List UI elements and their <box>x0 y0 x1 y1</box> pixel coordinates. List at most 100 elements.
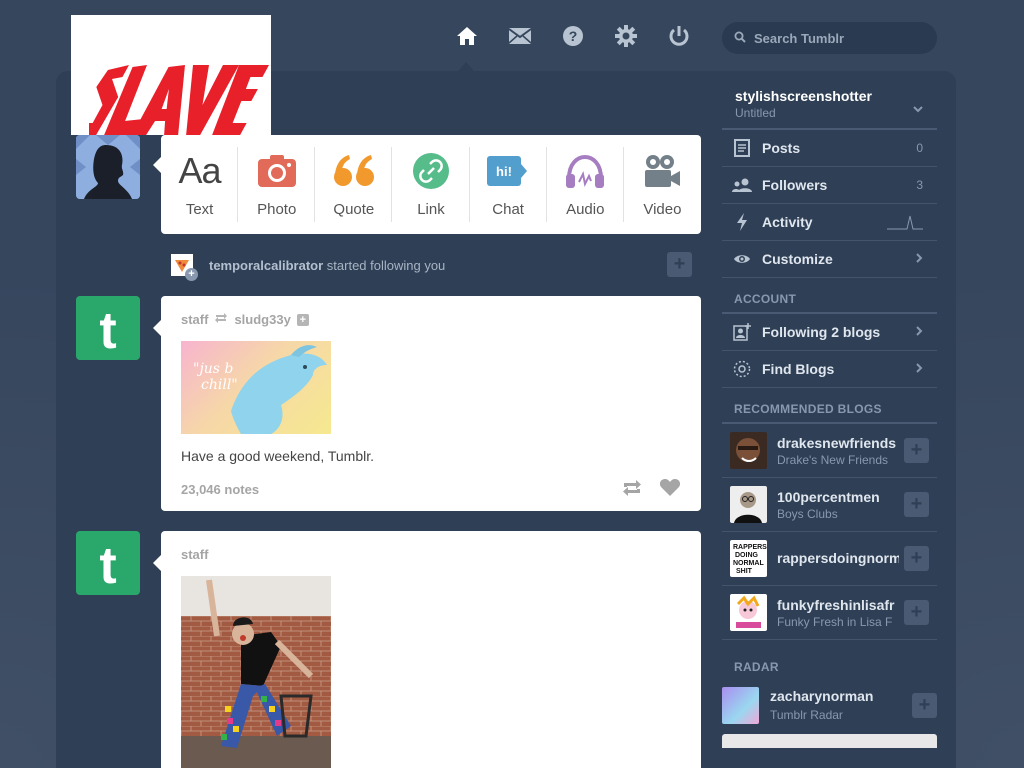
recommended-blog-name: drakesnewfriends <box>777 434 897 451</box>
recommended-blog-name: rappersdoingnorm <box>777 549 899 566</box>
post-type-label: Video <box>643 201 682 218</box>
lightning-icon <box>732 213 752 231</box>
svg-text:NORMAL: NORMAL <box>733 560 764 567</box>
follow-button[interactable]: + <box>904 492 929 517</box>
recommended-blog-name: 100percentmen <box>777 488 880 505</box>
follow-button[interactable]: + <box>912 692 937 718</box>
follow-small-button[interactable]: + <box>296 313 309 326</box>
chevron-right-icon <box>916 360 923 378</box>
tumblr-t-icon: t <box>99 302 116 360</box>
silhouette-icon <box>76 135 140 199</box>
post-actions <box>621 478 681 502</box>
reblogged-from[interactable]: sludg33y <box>234 312 290 327</box>
following-icon <box>732 323 752 341</box>
sidebar-item-following[interactable]: Following 2 blogs <box>722 314 937 351</box>
follow-back-button[interactable]: + <box>667 252 692 277</box>
recommended-blog-title: Boys Clubs <box>777 506 838 521</box>
recommended-blog-title: Drake's New Friends <box>777 452 888 467</box>
radar-blog[interactable]: zacharynorman Tumblr Radar + <box>722 680 937 730</box>
svg-text:hi!: hi! <box>496 164 512 179</box>
text-icon: Aa <box>178 150 222 191</box>
reblog-small-icon <box>214 312 228 327</box>
posts-icon <box>732 139 752 157</box>
post-author[interactable]: staff <box>181 312 208 327</box>
chevron-right-icon <box>916 323 923 341</box>
post-type-text[interactable]: Aa Text <box>161 135 239 234</box>
settings-icon[interactable] <box>599 20 652 52</box>
blog-logo[interactable] <box>71 15 271 135</box>
recommended-blog[interactable]: funkyfreshinlisafr Funky Fresh in Lisa F… <box>722 586 937 640</box>
post-type-chat[interactable]: hi! Chat <box>470 135 547 234</box>
sidebar-item-count: 0 <box>916 141 923 155</box>
follow-button[interactable]: + <box>904 546 929 571</box>
staff-avatar[interactable]: t <box>76 531 140 595</box>
power-icon[interactable] <box>652 20 705 52</box>
notification-user[interactable]: temporalcalibrator <box>209 258 323 273</box>
help-icon[interactable]: ? <box>546 20 599 52</box>
follow-button[interactable]: + <box>904 600 929 625</box>
sidebar-item-find-blogs[interactable]: Find Blogs <box>722 351 937 388</box>
recommended-blog-name: funkyfreshinlisafr <box>777 596 895 613</box>
card-pointer <box>153 320 161 336</box>
mail-icon[interactable] <box>493 20 546 52</box>
recommended-blog-avatar[interactable] <box>730 432 767 469</box>
image-caption: "jus b <box>193 361 233 377</box>
post-type-label: Quote <box>333 201 375 218</box>
post-header: staff <box>181 547 208 562</box>
sidebar-item-posts[interactable]: Posts 0 <box>722 130 937 167</box>
search-input[interactable] <box>754 30 924 46</box>
post-notes[interactable]: 23,046 notes <box>181 482 259 497</box>
radar-blog-title: Tumblr Radar <box>770 708 843 722</box>
card-pointer <box>153 157 161 173</box>
slayer-logo <box>89 65 269 135</box>
reblog-icon[interactable] <box>621 479 643 502</box>
post-image[interactable]: "jus b chill" <box>181 341 331 434</box>
post-type-audio[interactable]: Audio <box>547 135 624 234</box>
recommended-blog-avatar[interactable] <box>730 594 767 631</box>
recommended-heading: RECOMMENDED BLOGS <box>722 388 937 424</box>
svg-text:SHIT: SHIT <box>736 568 753 575</box>
sidebar-item-followers[interactable]: Followers 3 <box>722 167 937 204</box>
post-type-quote[interactable]: Quote <box>315 135 393 234</box>
recommended-blog[interactable]: 100percentmen Boys Clubs + <box>722 478 937 532</box>
sidebar-item-customize[interactable]: Customize <box>722 241 937 278</box>
follow-button[interactable]: + <box>904 438 929 463</box>
radar-blog-avatar[interactable] <box>722 686 759 724</box>
like-heart-icon[interactable] <box>659 478 681 502</box>
sidebar-item-activity[interactable]: Activity <box>722 204 937 241</box>
follow-notification: + temporalcalibrator started following y… <box>171 252 692 281</box>
svg-text:t: t <box>99 302 116 360</box>
radar-blog-name: zacharynorman <box>770 688 874 704</box>
post-type-video[interactable]: Video <box>624 135 701 234</box>
notification-text: temporalcalibrator started following you <box>209 258 445 273</box>
chat-icon: hi! <box>487 151 529 191</box>
blog-switcher[interactable]: stylishscreenshotter Untitled <box>722 80 937 130</box>
home-icon[interactable] <box>440 20 493 52</box>
svg-text:?: ? <box>568 28 577 44</box>
recommended-blog-avatar[interactable] <box>730 486 767 523</box>
sidebar: stylishscreenshotter Untitled Posts 0 Fo… <box>722 80 937 748</box>
post-card: staff sludg33y + "jus b chill" Have a go… <box>153 296 701 511</box>
recommended-blog[interactable]: RAPPERS DOING NORMAL SHIT rappersdoingnorm … <box>722 532 937 586</box>
sidebar-item-label: Customize <box>762 251 833 267</box>
post-card: staff <box>153 531 701 768</box>
post-image[interactable] <box>181 576 331 768</box>
radar-post-preview[interactable] <box>722 734 937 748</box>
staff-avatar[interactable]: t <box>76 296 140 360</box>
recommended-blog-avatar[interactable]: RAPPERS DOING NORMAL SHIT <box>730 540 767 577</box>
post-author[interactable]: staff <box>181 547 208 562</box>
search-bar[interactable] <box>722 22 937 54</box>
follower-avatar[interactable]: + <box>171 254 198 281</box>
post-header: staff sludg33y + <box>181 312 309 327</box>
recommended-blog[interactable]: drakesnewfriends Drake's New Friends + <box>722 424 937 478</box>
post-type-photo[interactable]: Photo <box>238 135 316 234</box>
post-type-link[interactable]: Link <box>392 135 470 234</box>
nav-pointer <box>458 62 474 71</box>
sidebar-item-count: 3 <box>916 178 923 192</box>
sidebar-item-label: Find Blogs <box>762 361 835 377</box>
sidebar-item-label: Following 2 blogs <box>762 324 881 340</box>
user-avatar[interactable] <box>76 135 140 199</box>
chevron-right-icon <box>916 250 923 268</box>
account-heading: ACCOUNT <box>722 278 937 314</box>
video-camera-icon <box>643 151 681 191</box>
